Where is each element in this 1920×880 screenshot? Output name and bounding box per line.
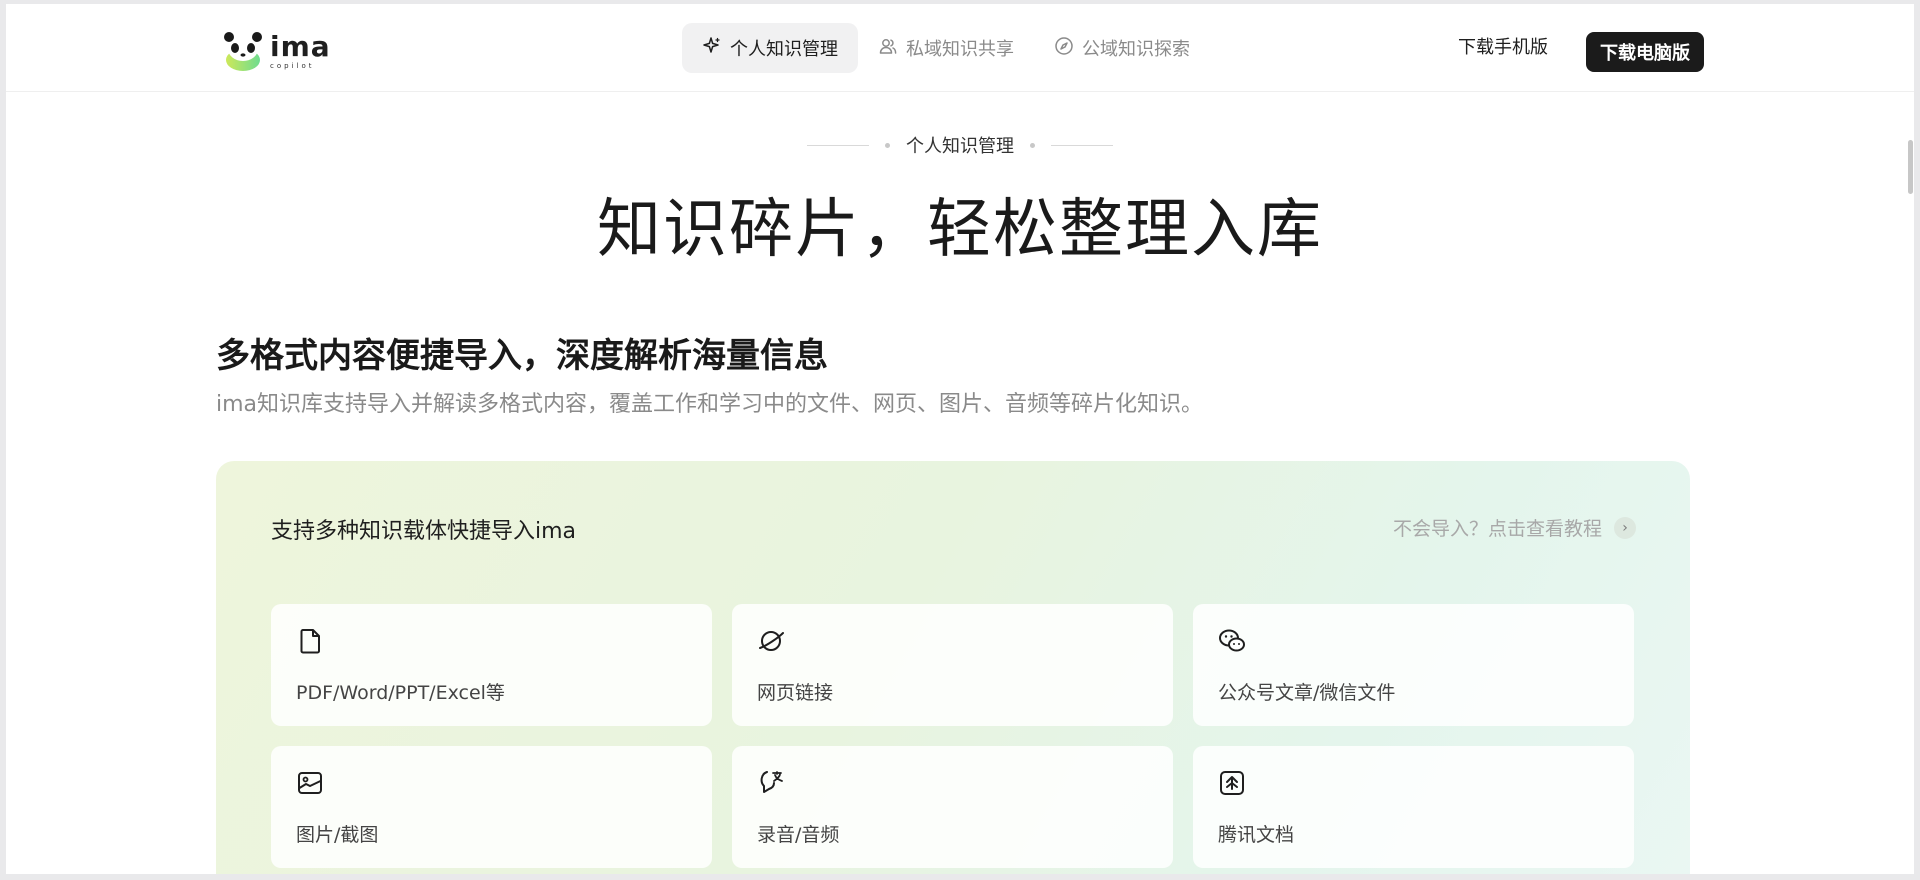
image-icon [295,768,325,798]
import-panel: 支持多种知识载体快捷导入ima 不会导入？点击查看教程 › PDF/Word/P… [216,461,1690,880]
import-card-web-link[interactable]: 网页链接 [732,604,1173,726]
document-icon [295,626,325,656]
tab-public-explore[interactable]: 公域知识探索 [1034,23,1210,73]
divider-line [807,144,869,146]
card-label: 录音/音频 [757,824,840,846]
section-title: 多格式内容便捷导入，深度解析海量信息 [216,336,828,376]
sparkle-icon [702,36,722,61]
tab-label: 私域知识共享 [906,39,1014,60]
card-label: 腾讯文档 [1218,824,1295,846]
planet-icon [756,626,786,656]
card-label: 图片/截图 [296,824,379,846]
import-card-tencent-docs[interactable]: 腾讯文档 [1193,746,1634,868]
divider-line [1051,144,1113,146]
card-label: 网页链接 [757,682,834,704]
import-card-wechat[interactable]: 公众号文章/微信文件 [1193,604,1634,726]
compass-icon [1054,36,1074,61]
panda-logo-icon [222,30,264,72]
card-label: 公众号文章/微信文件 [1218,682,1396,704]
import-card-audio[interactable]: 录音/音频 [732,746,1173,868]
import-type-grid: PDF/Word/PPT/Excel等 网页链接 公众号文章/微信文件 图片/截… [271,604,1635,868]
main-nav: 个人知识管理 私域知识共享 公域知识探索 [682,23,1210,73]
top-header: ima copilot 个人知识管理 私域知识共享 公域知识探索 下载手机版 下… [6,4,1914,92]
download-pc-button[interactable]: 下载电脑版 [1586,32,1704,72]
tutorial-link-text: 不会导入？点击查看教程 [1392,518,1602,540]
card-label: PDF/Word/PPT/Excel等 [296,682,505,704]
tab-private-sharing[interactable]: 私域知识共享 [858,23,1034,73]
users-icon [878,36,898,61]
ima-logo[interactable]: ima copilot [222,28,334,74]
divider-dot [1030,142,1035,148]
logo-text: ima [270,29,331,63]
logo-subtext: copilot [270,61,315,70]
tab-label: 公域知识探索 [1082,39,1190,60]
voice-translate-icon [756,768,786,798]
tab-label: 个人知识管理 [730,39,838,60]
download-mobile-link[interactable]: 下载手机版 [1458,34,1548,62]
tutorial-link[interactable]: 不会导入？点击查看教程 › [1393,514,1636,541]
hero-title: 知识碎片，轻松整理入库 [597,193,1323,267]
section-description: ima知识库支持导入并解读多格式内容，覆盖工作和学习中的文件、网页、图片、音频等… [216,392,1204,417]
divider-dot [885,142,890,148]
wechat-icon [1217,626,1247,656]
eyebrow-text: 个人知识管理 [906,136,1014,157]
tencent-docs-icon [1217,768,1247,798]
chevron-right-icon: › [1614,516,1636,539]
section-eyebrow: 个人知识管理 [0,132,1920,158]
page-scrollbar[interactable] [1908,140,1913,194]
import-card-image[interactable]: 图片/截图 [271,746,712,868]
tab-personal-knowledge[interactable]: 个人知识管理 [682,23,858,73]
import-card-office-docs[interactable]: PDF/Word/PPT/Excel等 [271,604,712,726]
panel-title: 支持多种知识载体快捷导入ima [271,519,577,544]
